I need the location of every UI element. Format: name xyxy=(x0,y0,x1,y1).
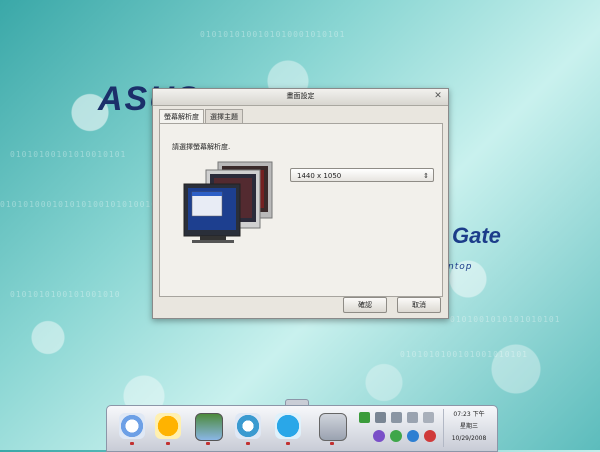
ok-button[interactable]: 確認 xyxy=(343,297,387,313)
background-binary-text: 0101010100101001010 xyxy=(10,290,121,299)
support-icon[interactable] xyxy=(390,430,402,442)
background-binary-text: 0101001010101010101 xyxy=(450,315,561,324)
resolution-select-value: 1440 x 1050 xyxy=(297,172,342,180)
dialog-title: 畫面設定 xyxy=(286,92,315,100)
dialog-tabs: 螢幕解析度 選擇主題 xyxy=(159,109,244,123)
running-indicator xyxy=(130,442,134,445)
running-indicator xyxy=(206,442,210,445)
clock-weekday: 星期三 xyxy=(459,423,478,430)
running-indicator xyxy=(330,442,334,445)
keyboard-icon[interactable] xyxy=(423,412,434,423)
settings-icon[interactable] xyxy=(319,413,347,441)
game-icon[interactable] xyxy=(155,413,181,439)
clock-date: 10/29/2008 xyxy=(451,435,487,442)
background-binary-text: 0101010100101001010101 xyxy=(400,350,528,359)
compass-icon[interactable] xyxy=(119,413,145,439)
close-icon[interactable]: ✕ xyxy=(432,90,444,102)
monitors-illustration xyxy=(183,161,273,243)
background-binary-text: 0101010100101010001010101 xyxy=(200,30,346,39)
volume-icon[interactable] xyxy=(375,412,386,423)
up-down-arrow-icon: ⇕ xyxy=(423,172,429,180)
tab-theme[interactable]: 選擇主題 xyxy=(205,109,243,123)
resolution-select[interactable]: 1440 x 1050 ⇕ xyxy=(290,168,434,182)
dialog-titlebar[interactable]: 畫面設定 ✕ xyxy=(153,89,448,106)
battery-icon[interactable] xyxy=(391,412,402,423)
network-icon[interactable] xyxy=(359,412,370,423)
running-indicator xyxy=(166,442,170,445)
display-settings-dialog: 畫面設定 ✕ 螢幕解析度 選擇主題 請選擇螢幕解析度. 1440 x 1050 … xyxy=(152,88,449,319)
chat-icon[interactable] xyxy=(235,413,261,439)
taskbar: 07:23 下午 星期三 10/29/2008 xyxy=(106,405,498,452)
background-binary-text: 01010100101010010101 xyxy=(10,150,127,159)
tagline-text: ntop xyxy=(448,262,473,272)
skype-icon[interactable] xyxy=(275,413,301,439)
help-icon[interactable] xyxy=(407,430,419,442)
power-icon[interactable] xyxy=(424,430,436,442)
background-binary-text: 0101010001010101001010100101 xyxy=(0,200,163,209)
gate-logo-text: Gate xyxy=(452,223,501,248)
tab-resolution[interactable]: 螢幕解析度 xyxy=(159,109,204,123)
cancel-button[interactable]: 取消 xyxy=(397,297,441,313)
tab-panel: 請選擇螢幕解析度. 1440 x 1050 ⇕ xyxy=(159,123,443,297)
clock-time: 07:23 下午 xyxy=(453,411,485,418)
disk-icon[interactable] xyxy=(407,412,418,423)
running-indicator xyxy=(246,442,250,445)
photo-icon[interactable] xyxy=(195,413,223,441)
running-indicator xyxy=(286,442,290,445)
clock[interactable]: 07:23 下午 星期三 10/29/2008 xyxy=(443,409,494,447)
smart-icon[interactable] xyxy=(373,430,385,442)
resolution-prompt: 請選擇螢幕解析度. xyxy=(172,143,231,151)
